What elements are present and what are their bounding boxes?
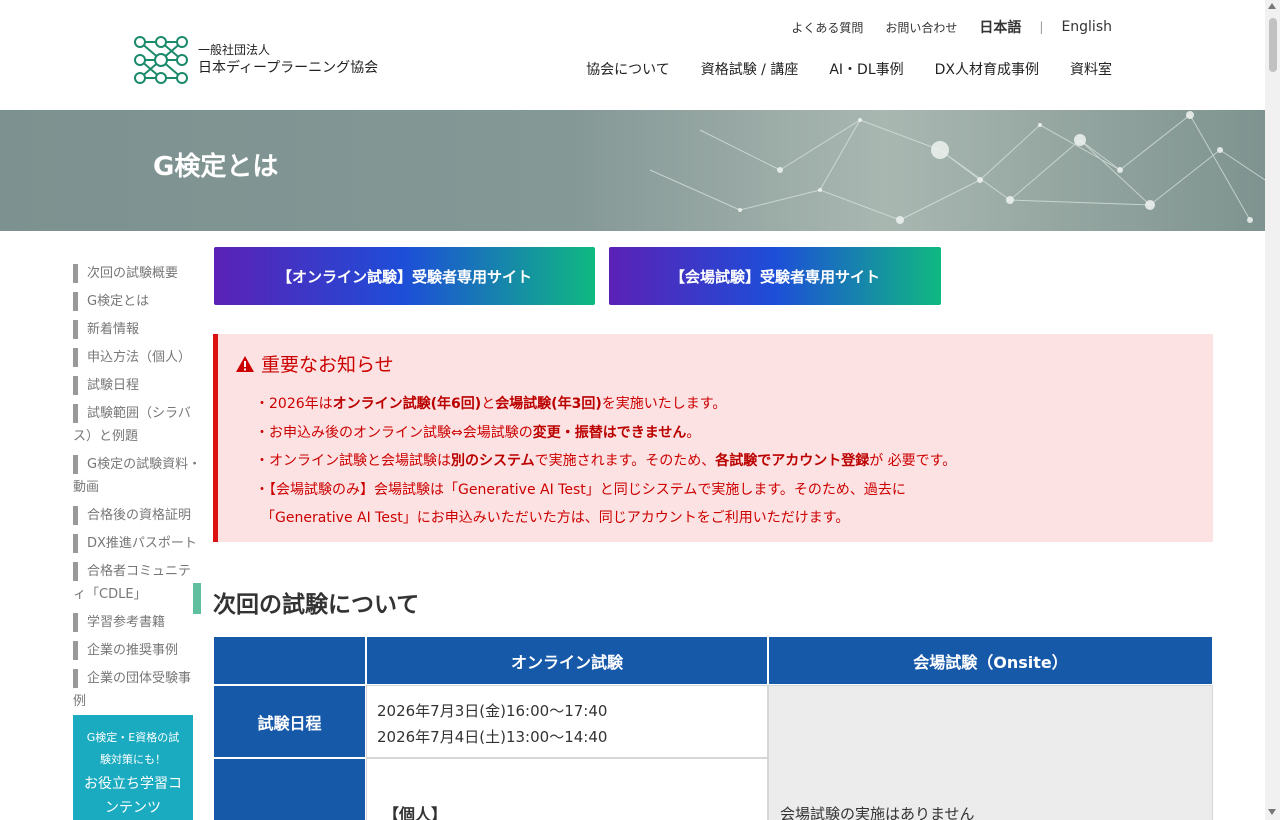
onsite-exam-site-button[interactable]: 【会場試験】受験者専用サイト [609,247,941,305]
notice-list: ・2026年はオンライン試験(年6回)と会場試験(年3回)を実施いたします。 ・… [255,390,956,533]
nav-certification[interactable]: 資格試験 / 講座 [701,59,799,79]
sidebar-item-corporate-cases[interactable]: 企業の推奨事例 [73,639,208,662]
notice-heading: 重要なお知らせ [235,350,394,377]
nav-dx-cases[interactable]: DX人材育成事例 [935,59,1039,79]
sidebar-item-dx-passport[interactable]: DX推進パスポート [73,532,208,555]
notice-line-1: ・2026年はオンライン試験(年6回)と会場試験(年3回)を実施いたします。 [255,396,727,412]
sidebar-nav: 次回の試験概要 G検定とは 新着情報 申込方法（個人） 試験日程 試験範囲（シラ… [73,262,208,718]
notice-title-text: 重要なお知らせ [261,354,394,376]
sidebar-item-next-exam[interactable]: 次回の試験概要 [73,262,208,285]
scroll-thumb[interactable] [1269,18,1277,72]
table-header-blank [213,636,366,685]
promo-line-1: G検定・E資格の試 [86,731,180,744]
site-logo[interactable]: 一般社団法人 日本ディープラーニング協会 [132,34,378,86]
sidebar-item-cdle[interactable]: 合格者コミュニテ ィ「CDLE」 [73,560,208,606]
faq-link[interactable]: よくある質問 [791,19,863,36]
page-title: G検定とは [153,152,279,182]
active-section-indicator [193,583,201,614]
table-header-online: オンライン試験 [366,636,768,685]
notice-line-5: 「Generative AI Test」にお申込みいただいた方は、同じアカウント… [261,510,850,526]
sidebar-item-books[interactable]: 学習参考書籍 [73,611,208,634]
org-type-label: 一般社団法人 [198,43,271,57]
table-header-onsite: 会場試験（Onsite） [768,636,1213,685]
scroll-down-arrow-icon[interactable] [1268,809,1276,815]
sidebar-item-materials[interactable]: G検定の試験資料・ 動画 [73,453,208,499]
nav-ai-dl-cases[interactable]: AI・DL事例 [829,59,903,79]
org-name: 日本ディープラーニング協会 [198,60,379,76]
logo-network-icon [134,36,188,84]
hero-banner: G検定とは [0,110,1265,231]
main-nav: 協会について 資格試験 / 講座 AI・DL事例 DX人材育成事例 資料室 [555,59,1112,79]
promo-line-2: 験対策にも！ [100,753,166,766]
page-scrollbar[interactable] [1265,0,1280,820]
row-head-application [213,758,366,820]
learning-content-banner[interactable]: G検定・E資格の試 験対策にも！ お役立ち学習コ ンテンツ [73,715,193,820]
warning-icon [236,355,254,372]
lang-separator: | [1039,20,1044,34]
online-schedule-date-1: 2026年7月3日(金)16:00〜17:40 [377,702,608,720]
important-notice: 重要なお知らせ ・2026年はオンライン試験(年6回)と会場試験(年3回)を実施… [213,334,1213,542]
sidebar-item-schedule[interactable]: 試験日程 [73,374,208,397]
sidebar-item-certificate[interactable]: 合格後の資格証明 [73,504,208,527]
notice-line-4: ・【会場試験のみ】会場試験は「Generative AI Test」と同じシステ… [255,481,906,498]
online-exam-site-button[interactable]: 【オンライン試験】受験者専用サイト [214,247,595,305]
sidebar-item-syllabus[interactable]: 試験範囲（シラバ ス）と例題 [73,402,208,448]
utility-nav: よくある質問 お問い合わせ 日本語 | English [769,17,1112,37]
nav-library[interactable]: 資料室 [1070,59,1112,79]
notice-line-2: ・お申込み後のオンライン試験⇔会場試験の変更・振替はできません。 [255,424,701,441]
promo-line-3: お役立ち学習コ [84,776,182,792]
nav-about[interactable]: 協会について [586,59,670,79]
sidebar-item-news[interactable]: 新着情報 [73,318,208,341]
online-application-individual: 【個人】 [366,758,768,820]
scroll-up-arrow-icon[interactable] [1268,3,1276,9]
site-header: 一般社団法人 日本ディープラーニング協会 よくある質問 お問い合わせ 日本語 |… [0,0,1265,110]
promo-line-4: ンテンツ [105,800,161,816]
lang-en-link[interactable]: English [1061,19,1112,35]
sidebar-item-group-exam[interactable]: 企業の団体受験事例 [73,667,208,713]
row-head-schedule: 試験日程 [213,685,366,758]
online-schedule-date-2: 2026年7月4日(土)13:00〜14:40 [377,728,608,746]
sidebar-item-apply[interactable]: 申込方法（個人） [73,346,208,369]
onsite-not-held-cell: 会場試験の実施はありません [768,685,1213,820]
section-heading-next-exam: 次回の試験について [213,592,420,618]
notice-line-3: ・オンライン試験と会場試験は別のシステムで実施されます。そのため、各試験でアカウ… [255,453,957,469]
online-schedule-cell: 2026年7月3日(金)16:00〜17:40 2026年7月4日(土)13:0… [366,685,768,758]
lang-ja-link[interactable]: 日本語 [979,17,1021,37]
contact-link[interactable]: お問い合わせ [885,19,957,36]
sidebar-item-about-g[interactable]: G検定とは [73,290,208,313]
